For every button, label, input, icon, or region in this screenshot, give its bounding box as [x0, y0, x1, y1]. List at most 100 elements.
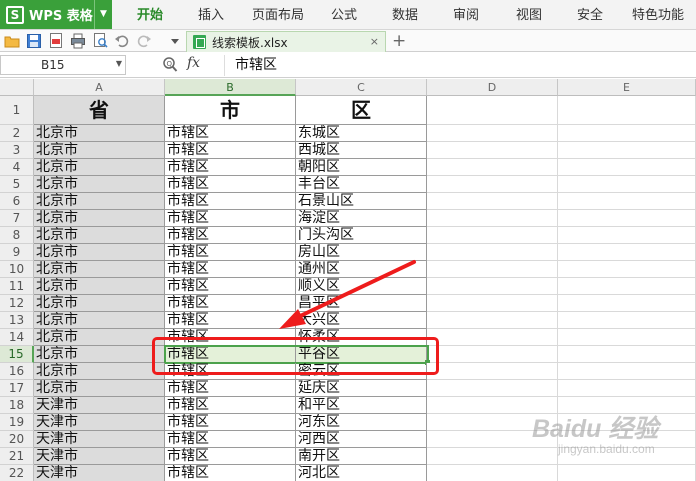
row-header-1[interactable]: 1 [0, 96, 34, 125]
empty-cell[interactable] [558, 363, 696, 380]
province-cell[interactable]: 北京市 [34, 125, 165, 142]
document-tab[interactable]: 线索模板.xlsx × [186, 31, 386, 52]
row-header-7[interactable]: 7 [0, 210, 34, 227]
province-cell[interactable]: 北京市 [34, 244, 165, 261]
save-icon[interactable] [26, 32, 42, 49]
province-cell[interactable]: 北京市 [34, 227, 165, 244]
row-header-19[interactable]: 19 [0, 414, 34, 431]
close-tab-icon[interactable]: × [370, 35, 379, 49]
district-cell[interactable]: 河东区 [296, 414, 427, 431]
app-menu-button[interactable]: S WPS 表格 ▼ [0, 0, 112, 29]
city-cell[interactable]: 市辖区 [165, 159, 296, 176]
empty-cell[interactable] [427, 193, 558, 210]
empty-cell[interactable] [558, 329, 696, 346]
empty-cell[interactable] [558, 278, 696, 295]
district-cell[interactable]: 河北区 [296, 465, 427, 481]
province-cell[interactable]: 北京市 [34, 210, 165, 227]
empty-cell[interactable] [427, 312, 558, 329]
district-cell[interactable]: 和平区 [296, 397, 427, 414]
print-preview-icon[interactable] [92, 32, 108, 49]
row-header-21[interactable]: 21 [0, 448, 34, 465]
column-header-e[interactable]: E [558, 79, 696, 96]
province-cell[interactable]: 北京市 [34, 363, 165, 380]
city-cell[interactable]: 市辖区 [165, 380, 296, 397]
formula-input[interactable]: 市辖区 [224, 55, 694, 76]
name-box-caret-icon[interactable]: ▼ [116, 59, 122, 68]
find-zoom-icon[interactable]: Q [162, 56, 178, 74]
city-cell[interactable]: 市辖区 [165, 261, 296, 278]
empty-cell[interactable] [558, 96, 696, 125]
empty-cell[interactable] [558, 210, 696, 227]
empty-cell[interactable] [558, 125, 696, 142]
open-folder-icon[interactable] [4, 32, 20, 49]
header-cell-city[interactable]: 市 [165, 96, 296, 125]
city-cell[interactable]: 市辖区 [165, 397, 296, 414]
empty-cell[interactable] [427, 227, 558, 244]
menu-formulas[interactable]: 公式 [331, 0, 357, 29]
district-cell[interactable]: 丰台区 [296, 176, 427, 193]
district-cell[interactable]: 大兴区 [296, 312, 427, 329]
row-header-8[interactable]: 8 [0, 227, 34, 244]
empty-cell[interactable] [427, 329, 558, 346]
city-cell[interactable]: 市辖区 [165, 414, 296, 431]
row-header-17[interactable]: 17 [0, 380, 34, 397]
city-cell[interactable]: 市辖区 [165, 227, 296, 244]
empty-cell[interactable] [558, 380, 696, 397]
province-cell[interactable]: 北京市 [34, 278, 165, 295]
empty-cell[interactable] [558, 312, 696, 329]
province-cell[interactable]: 北京市 [34, 295, 165, 312]
row-header-13[interactable]: 13 [0, 312, 34, 329]
city-cell[interactable]: 市辖区 [165, 312, 296, 329]
column-header-b[interactable]: B [165, 79, 296, 96]
city-cell[interactable]: 市辖区 [165, 295, 296, 312]
province-cell[interactable]: 天津市 [34, 414, 165, 431]
column-header-d[interactable]: D [427, 79, 558, 96]
province-cell[interactable]: 北京市 [34, 193, 165, 210]
city-cell[interactable]: 市辖区 [165, 431, 296, 448]
menu-security[interactable]: 安全 [577, 0, 603, 29]
district-cell[interactable]: 昌平区 [296, 295, 427, 312]
city-cell[interactable]: 市辖区 [165, 244, 296, 261]
province-cell[interactable]: 北京市 [34, 176, 165, 193]
print-icon[interactable] [70, 32, 86, 49]
province-cell[interactable]: 北京市 [34, 346, 165, 363]
undo-icon[interactable] [114, 32, 130, 49]
city-cell[interactable]: 市辖区 [165, 176, 296, 193]
empty-cell[interactable] [558, 295, 696, 312]
name-box[interactable]: B15 ▼ [0, 55, 126, 75]
empty-cell[interactable] [558, 244, 696, 261]
row-header-6[interactable]: 6 [0, 193, 34, 210]
city-cell[interactable]: 市辖区 [165, 465, 296, 481]
district-cell[interactable]: 门头沟区 [296, 227, 427, 244]
row-header-14[interactable]: 14 [0, 329, 34, 346]
insert-function-button[interactable]: fx [187, 55, 200, 71]
province-cell[interactable]: 北京市 [34, 142, 165, 159]
empty-cell[interactable] [558, 346, 696, 363]
menu-view[interactable]: 视图 [516, 0, 542, 29]
app-menu-caret-icon[interactable]: ▼ [94, 0, 112, 29]
menu-data[interactable]: 数据 [392, 0, 418, 29]
empty-cell[interactable] [427, 465, 558, 481]
city-cell[interactable]: 市辖区 [165, 210, 296, 227]
empty-cell[interactable] [427, 159, 558, 176]
row-header-3[interactable]: 3 [0, 142, 34, 159]
district-cell[interactable]: 朝阳区 [296, 159, 427, 176]
empty-cell[interactable] [558, 176, 696, 193]
row-header-9[interactable]: 9 [0, 244, 34, 261]
empty-cell[interactable] [558, 193, 696, 210]
province-cell[interactable]: 北京市 [34, 261, 165, 278]
menu-review[interactable]: 审阅 [453, 0, 479, 29]
menu-home[interactable]: 开始 [137, 0, 163, 29]
district-cell[interactable]: 延庆区 [296, 380, 427, 397]
empty-cell[interactable] [427, 380, 558, 397]
city-cell[interactable]: 市辖区 [165, 142, 296, 159]
city-cell[interactable]: 市辖区 [165, 448, 296, 465]
dropdown-icon[interactable] [167, 32, 183, 49]
empty-cell[interactable] [558, 159, 696, 176]
district-cell[interactable]: 西城区 [296, 142, 427, 159]
empty-cell[interactable] [427, 142, 558, 159]
district-cell[interactable]: 顺义区 [296, 278, 427, 295]
column-header-c[interactable]: C [296, 79, 427, 96]
province-cell[interactable]: 北京市 [34, 159, 165, 176]
district-cell[interactable]: 南开区 [296, 448, 427, 465]
